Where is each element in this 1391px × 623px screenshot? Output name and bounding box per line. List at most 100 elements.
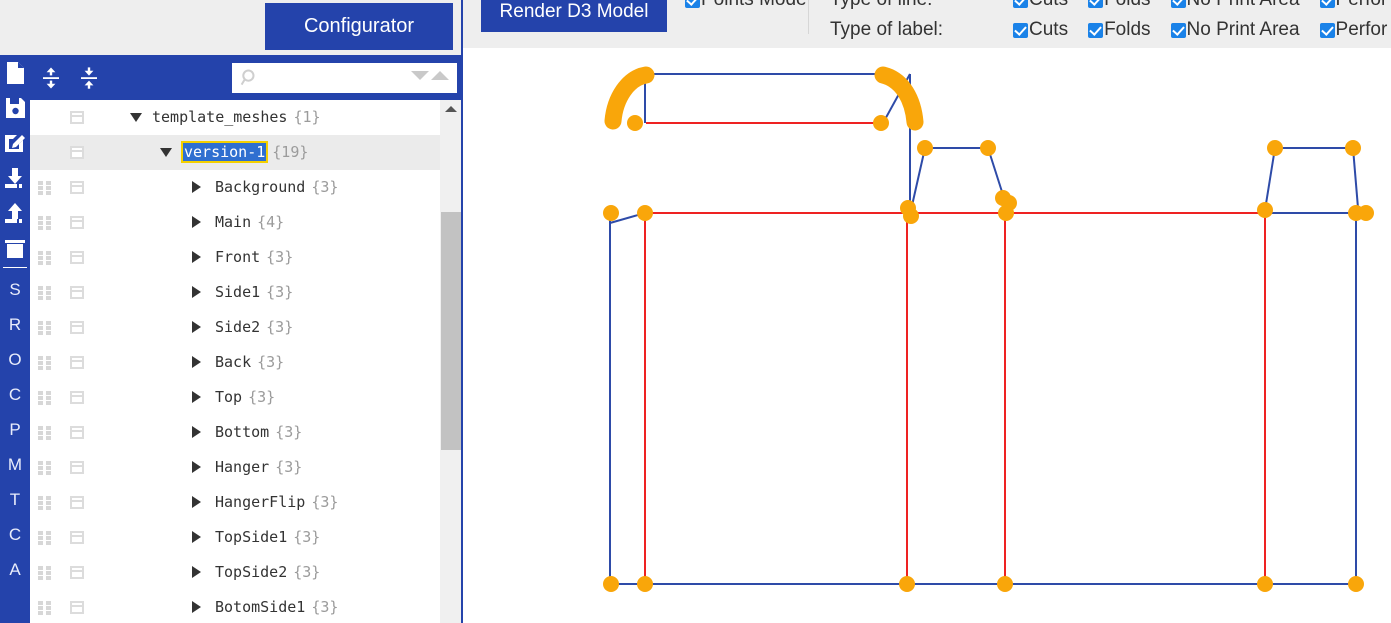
render-d3-model-button[interactable]: Render D3 Model — [481, 0, 667, 32]
anchor-point[interactable] — [980, 140, 996, 156]
anchor-point[interactable] — [637, 205, 653, 221]
points-mode-checkbox-box[interactable] — [685, 0, 700, 8]
tree-row-checkbox[interactable] — [70, 251, 84, 264]
drag-handle-icon[interactable] — [38, 286, 51, 300]
drag-handle-icon[interactable] — [38, 181, 51, 195]
points-mode-checkbox[interactable]: Points Mode — [685, 0, 807, 11]
tree-row-checkbox[interactable] — [70, 496, 84, 509]
tree-row[interactable]: version-1 {19} — [30, 135, 440, 170]
anchor-point[interactable] — [998, 205, 1014, 221]
anchor-point[interactable] — [605, 113, 621, 129]
tree-row-checkbox[interactable] — [70, 391, 84, 404]
rail-letter-a[interactable]: A — [0, 552, 30, 587]
tree-row[interactable]: Side1 {3} — [30, 275, 440, 310]
caret-right-icon[interactable] — [192, 531, 201, 543]
save-file-icon[interactable] — [0, 90, 30, 125]
anchor-point[interactable] — [873, 115, 889, 131]
caret-right-icon[interactable] — [192, 391, 201, 403]
anchor-point[interactable] — [1348, 576, 1364, 592]
line-option-folds-box[interactable] — [1088, 0, 1104, 8]
tree-row[interactable]: Bottom {3} — [30, 415, 440, 450]
tree-row-checkbox[interactable] — [70, 146, 84, 159]
tree-row[interactable]: Front {3} — [30, 240, 440, 275]
caret-right-icon[interactable] — [192, 251, 201, 263]
upload-icon[interactable] — [0, 195, 30, 230]
line-option-perforation[interactable]: Perfor — [1319, 0, 1387, 11]
caret-right-icon[interactable] — [192, 286, 201, 298]
anchor-point[interactable] — [899, 576, 915, 592]
anchor-point[interactable] — [1267, 140, 1283, 156]
tree-row-checkbox[interactable] — [70, 426, 84, 439]
anchor-point[interactable] — [638, 67, 654, 83]
chevron-up-icon[interactable] — [431, 71, 449, 80]
anchor-point[interactable] — [875, 67, 891, 83]
rail-letter-m[interactable]: M — [0, 447, 30, 482]
tree-row[interactable]: Main {4} — [30, 205, 440, 240]
anchor-point[interactable] — [1345, 140, 1361, 156]
label-option-perforation[interactable]: Perfor — [1319, 19, 1387, 41]
tree-row-checkbox[interactable] — [70, 461, 84, 474]
rail-letter-o[interactable]: O — [0, 342, 30, 377]
new-file-icon[interactable] — [0, 55, 30, 90]
label-option-cuts[interactable]: Cuts — [1013, 19, 1068, 41]
drag-handle-icon[interactable] — [38, 496, 51, 510]
tree-row-checkbox[interactable] — [70, 531, 84, 544]
tree-row[interactable]: HangerFlip {3} — [30, 485, 440, 520]
tree-row[interactable]: Side2 {3} — [30, 310, 440, 345]
anchor-point[interactable] — [603, 576, 619, 592]
delete-icon[interactable] — [0, 230, 30, 265]
dieline-drawing[interactable] — [463, 48, 1391, 623]
tree-row[interactable]: TopSide2 {3} — [30, 555, 440, 590]
anchor-point[interactable] — [1358, 205, 1374, 221]
tree-row[interactable]: TopSide1 {3} — [30, 520, 440, 555]
label-option-no-print-area[interactable]: No Print Area — [1170, 19, 1300, 41]
drag-handle-icon[interactable] — [38, 216, 51, 230]
drag-handle-icon[interactable] — [38, 321, 51, 335]
drag-handle-icon[interactable] — [38, 566, 51, 580]
collapse-all-icon[interactable] — [74, 63, 104, 93]
scrollbar-thumb[interactable] — [441, 212, 461, 450]
line-option-no-print-area-box[interactable] — [1170, 0, 1186, 8]
tree-row-checkbox[interactable] — [70, 566, 84, 579]
anchor-point[interactable] — [637, 576, 653, 592]
d3-dieline-canvas[interactable] — [463, 48, 1391, 623]
scroll-up-arrow-icon[interactable] — [440, 100, 462, 118]
tab-configurator[interactable]: Configurator — [265, 3, 453, 50]
caret-down-icon[interactable] — [130, 113, 142, 122]
drag-handle-icon[interactable] — [38, 391, 51, 405]
caret-right-icon[interactable] — [192, 181, 201, 193]
caret-right-icon[interactable] — [192, 321, 201, 333]
chevron-down-icon[interactable] — [411, 71, 429, 80]
drag-handle-icon[interactable] — [38, 426, 51, 440]
drag-handle-icon[interactable] — [38, 601, 51, 615]
label-option-cuts-box[interactable] — [1013, 22, 1028, 38]
tree-row-checkbox[interactable] — [70, 601, 84, 614]
label-option-folds[interactable]: Folds — [1088, 19, 1151, 41]
drag-handle-icon[interactable] — [38, 461, 51, 475]
tree-scrollbar[interactable] — [440, 100, 462, 623]
anchor-point[interactable] — [907, 114, 923, 130]
drag-handle-icon[interactable] — [38, 251, 51, 265]
rail-letter-s[interactable]: S — [0, 272, 30, 307]
tree-row[interactable]: Background {3} — [30, 170, 440, 205]
anchor-point[interactable] — [903, 208, 919, 224]
rail-letter-c[interactable]: C — [0, 377, 30, 412]
caret-right-icon[interactable] — [192, 356, 201, 368]
drag-handle-icon[interactable] — [38, 531, 51, 545]
line-option-folds[interactable]: Folds — [1088, 0, 1151, 11]
edit-file-icon[interactable] — [0, 125, 30, 160]
caret-right-icon[interactable] — [192, 426, 201, 438]
tree-row-checkbox[interactable] — [70, 216, 84, 229]
anchor-point[interactable] — [627, 115, 643, 131]
tree-row[interactable]: Back {3} — [30, 345, 440, 380]
anchor-point[interactable] — [603, 205, 619, 221]
rounded-corner-handle[interactable] — [604, 66, 655, 130]
tree-row-checkbox[interactable] — [70, 321, 84, 334]
caret-right-icon[interactable] — [192, 216, 201, 228]
search-box[interactable] — [232, 63, 457, 93]
caret-right-icon[interactable] — [192, 461, 201, 473]
download-icon[interactable] — [0, 160, 30, 195]
cut-line[interactable] — [1264, 147, 1276, 211]
tree-row[interactable]: template_meshes {1} — [30, 100, 440, 135]
anchor-point[interactable] — [1257, 576, 1273, 592]
